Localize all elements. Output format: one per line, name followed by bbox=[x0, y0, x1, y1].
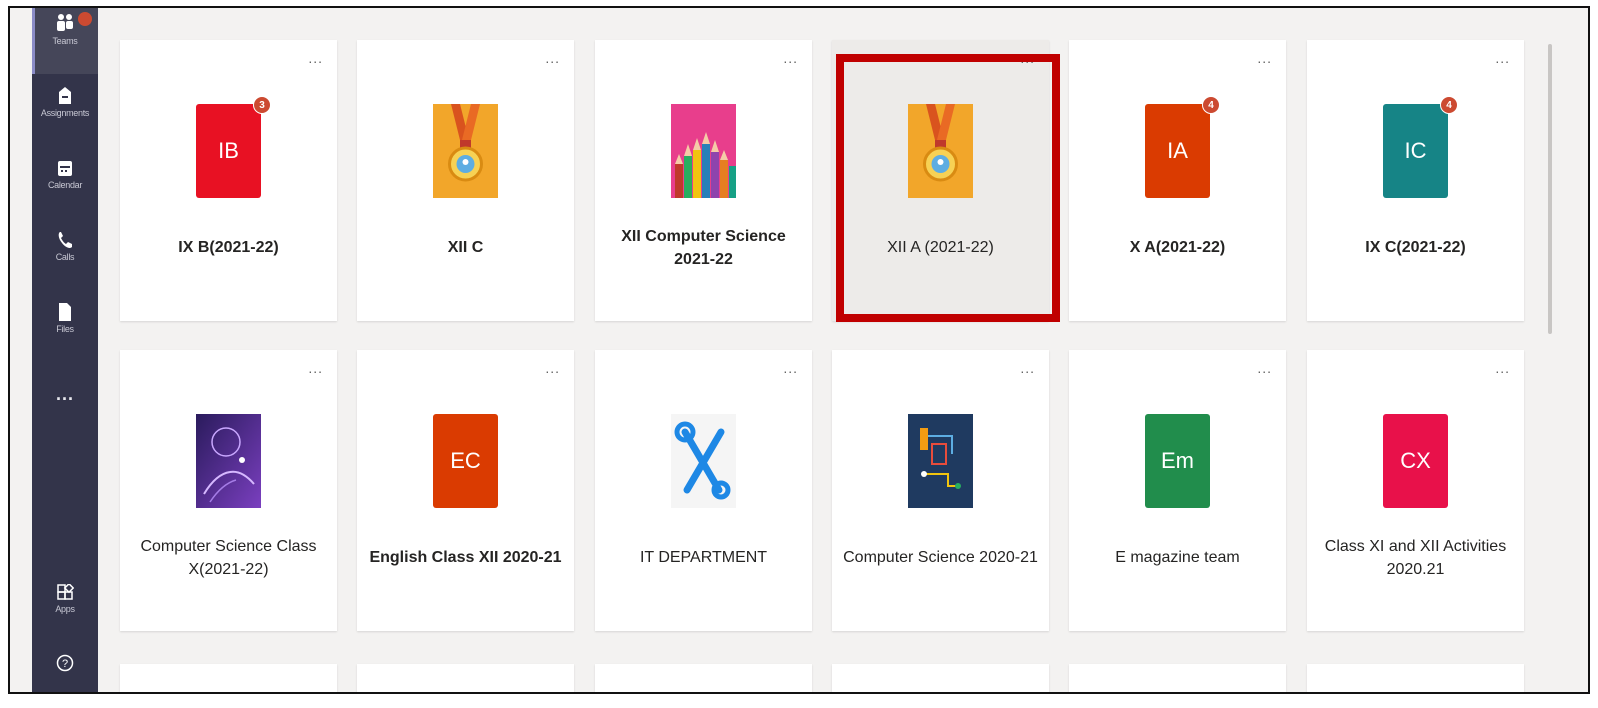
rail-item-label: Calendar bbox=[47, 180, 83, 190]
team-card[interactable]: ... IB 3 IX B(2021-22) bbox=[120, 40, 337, 321]
team-name: X A(2021-22) bbox=[1129, 239, 1226, 257]
medal-icon bbox=[908, 104, 973, 198]
team-card-partial[interactable] bbox=[120, 664, 337, 692]
calendar-icon bbox=[58, 161, 72, 176]
team-avatar: IC bbox=[1383, 104, 1448, 198]
team-card[interactable]: ... Computer Science 2020-21 bbox=[832, 350, 1049, 631]
teams-window: Teams Assignments Calendar Calls Files .… bbox=[8, 6, 1590, 694]
notification-badge: 3 bbox=[253, 96, 271, 114]
rail-item-calls[interactable]: Calls bbox=[32, 230, 98, 262]
team-avatar-initials: EC bbox=[450, 448, 481, 473]
more-apps-button[interactable]: ... bbox=[32, 384, 98, 405]
rail-item-files[interactable]: Files bbox=[32, 302, 98, 334]
teams-icon bbox=[57, 14, 73, 31]
rail-item-label: Files bbox=[56, 324, 74, 334]
rail-item-apps[interactable]: Apps bbox=[32, 584, 98, 614]
team-card[interactable]: ... XII Computer Science 2021-22 bbox=[595, 40, 812, 321]
svg-text:?: ? bbox=[62, 658, 68, 670]
team-card[interactable]: ... CX Class XI and XII Activities 2020.21 bbox=[1307, 350, 1524, 631]
team-card-partial[interactable] bbox=[1307, 664, 1524, 692]
more-options-button[interactable]: ... bbox=[1020, 50, 1035, 66]
team-name: XII Computer Science 2021-22 bbox=[621, 227, 786, 268]
more-options-button[interactable]: ... bbox=[545, 50, 560, 66]
apps-icon bbox=[57, 584, 74, 600]
notification-badge: 4 bbox=[1202, 96, 1220, 114]
team-avatar-initials: CX bbox=[1400, 448, 1431, 473]
team-card[interactable]: ... IC 4 IX C(2021-22) bbox=[1307, 40, 1524, 321]
team-card[interactable]: ... XII C bbox=[357, 40, 574, 321]
more-options-button[interactable]: ... bbox=[1257, 360, 1272, 376]
rail-item-help[interactable]: ? bbox=[32, 654, 98, 672]
team-card[interactable]: ... IA 4 X A(2021-22) bbox=[1069, 40, 1286, 321]
team-name: Class XI and XII Activities 2020.21 bbox=[1324, 537, 1507, 578]
team-avatar: CX bbox=[1383, 414, 1448, 508]
team-avatar: Em bbox=[1145, 414, 1210, 508]
more-options-button[interactable]: ... bbox=[1257, 50, 1272, 66]
team-name: IT DEPARTMENT bbox=[639, 549, 768, 567]
team-name: XII A (2021-22) bbox=[887, 239, 994, 257]
more-options-button[interactable]: ... bbox=[783, 360, 798, 376]
team-name: English Class XII 2020-21 bbox=[369, 549, 562, 567]
team-avatar: IB bbox=[196, 104, 261, 198]
team-card-partial[interactable] bbox=[595, 664, 812, 692]
teams-notification-badge bbox=[78, 12, 92, 26]
notification-badge: 4 bbox=[1440, 96, 1458, 114]
more-options-button[interactable]: ... bbox=[1495, 360, 1510, 376]
team-avatar-initials: IA bbox=[1167, 138, 1188, 163]
rail-item-label: Teams bbox=[52, 36, 78, 46]
team-name: IX C(2021-22) bbox=[1365, 239, 1466, 257]
medal-icon bbox=[433, 104, 498, 198]
more-options-button[interactable]: ... bbox=[308, 360, 323, 376]
rail-item-label: Calls bbox=[55, 252, 75, 262]
team-avatar-initials: IB bbox=[218, 138, 239, 163]
team-name: IX B(2021-22) bbox=[178, 239, 279, 257]
team-card[interactable]: ... IT DEPARTMENT bbox=[595, 350, 812, 631]
more-options-button[interactable]: ... bbox=[1495, 50, 1510, 66]
vertical-scrollbar[interactable] bbox=[1548, 44, 1552, 334]
team-name: E magazine team bbox=[1115, 549, 1240, 567]
team-avatar: EC bbox=[433, 414, 498, 508]
files-icon bbox=[59, 303, 71, 321]
ai-hand-icon bbox=[196, 414, 261, 508]
team-avatar-initials: Em bbox=[1161, 448, 1194, 473]
team-avatar-initials: IC bbox=[1404, 138, 1427, 163]
rail-item-calendar[interactable]: Calendar bbox=[32, 158, 98, 190]
rail-item-label: Apps bbox=[55, 604, 75, 614]
app-rail: Teams Assignments Calendar Calls Files .… bbox=[32, 8, 98, 692]
team-name: Computer Science 2020-21 bbox=[843, 549, 1038, 567]
more-options-button[interactable]: ... bbox=[1020, 360, 1035, 376]
rail-item-teams[interactable]: Teams bbox=[32, 12, 98, 46]
team-name: Computer Science Class X(2021-22) bbox=[140, 537, 317, 578]
rail-item-label: Assignments bbox=[40, 108, 90, 118]
more-icon: ... bbox=[55, 384, 74, 404]
team-avatar: IA bbox=[1145, 104, 1210, 198]
tools-icon bbox=[671, 414, 736, 508]
pencils-icon bbox=[671, 104, 736, 198]
team-card[interactable]: ... Computer Science Class X(2021-22) bbox=[120, 350, 337, 631]
team-name: XII C bbox=[447, 239, 484, 257]
circuit-icon bbox=[908, 414, 973, 508]
assignments-icon bbox=[59, 87, 71, 104]
calls-icon bbox=[58, 232, 72, 248]
more-options-button[interactable]: ... bbox=[545, 360, 560, 376]
help-icon: ? bbox=[56, 654, 74, 672]
more-options-button[interactable]: ... bbox=[308, 50, 323, 66]
more-options-button[interactable]: ... bbox=[783, 50, 798, 66]
team-card[interactable]: ... Em E magazine team bbox=[1069, 350, 1286, 631]
team-card-partial[interactable] bbox=[357, 664, 574, 692]
team-card[interactable]: ... EC English Class XII 2020-21 bbox=[357, 350, 574, 631]
team-card[interactable]: ... XII A (2021-22) bbox=[832, 40, 1049, 321]
team-card-partial[interactable] bbox=[832, 664, 1049, 692]
team-card-partial[interactable] bbox=[1069, 664, 1286, 692]
rail-item-assignments[interactable]: Assignments bbox=[32, 86, 98, 118]
